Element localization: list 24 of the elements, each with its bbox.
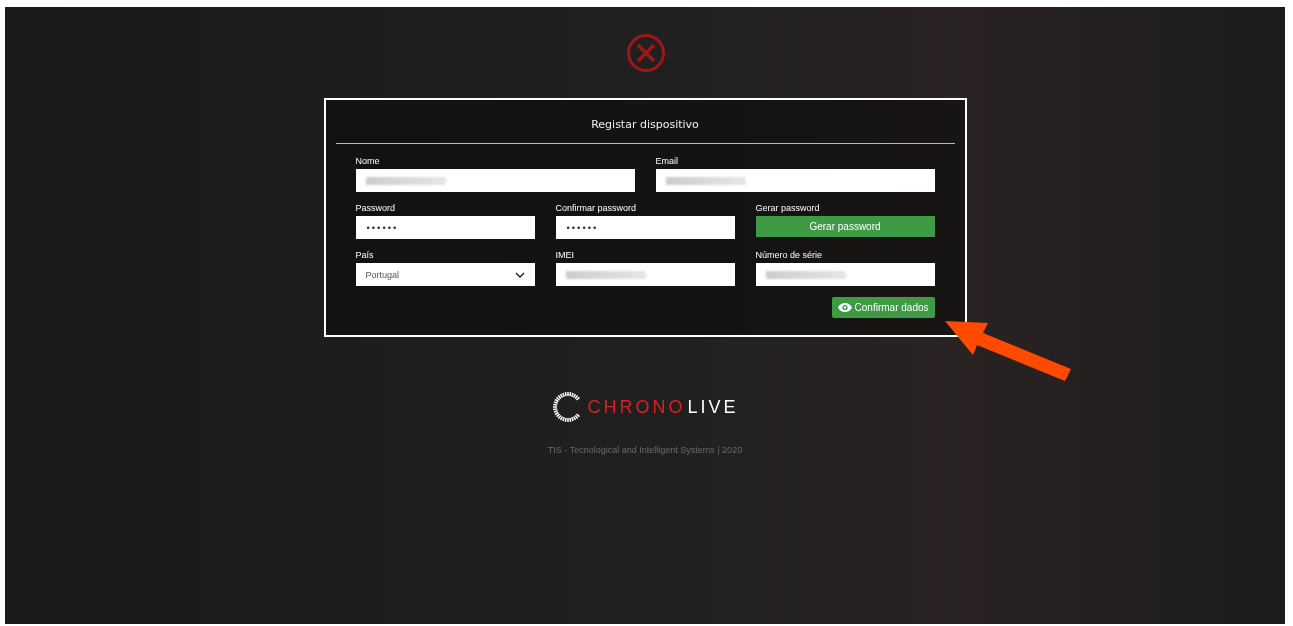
field-label: IMEI [555,250,575,260]
country-select[interactable]: Portugal [355,263,535,286]
close-icon[interactable] [626,33,666,73]
field-label: Confirmar password [555,203,638,213]
field-label: Número de série [755,250,824,260]
password-field[interactable]: •••••• [555,216,735,239]
logo-text: CHRONO [587,396,686,418]
input-field[interactable] [755,263,935,286]
generate-password-button[interactable]: Gerar password [755,216,935,237]
field-label: Password [355,203,396,213]
field-label: Email [655,156,679,166]
dialog-title: Registar dispositivo [590,118,700,131]
footer-text: TIS - Tecnological and Intelligent Systems | 2020 [547,445,743,455]
field-label: Nome [355,156,381,166]
eye-icon [837,302,852,313]
logo-text: LIVE [687,396,739,418]
input-field[interactable] [355,169,635,192]
field-label: Gerar password [755,203,821,213]
chevron-down-icon [514,271,525,278]
input-field[interactable] [555,263,735,286]
password-field[interactable]: •••••• [355,216,535,239]
field-label: País [355,250,375,260]
confirm-button[interactable]: Confirmar dados [831,297,935,318]
input-field[interactable] [655,169,935,192]
